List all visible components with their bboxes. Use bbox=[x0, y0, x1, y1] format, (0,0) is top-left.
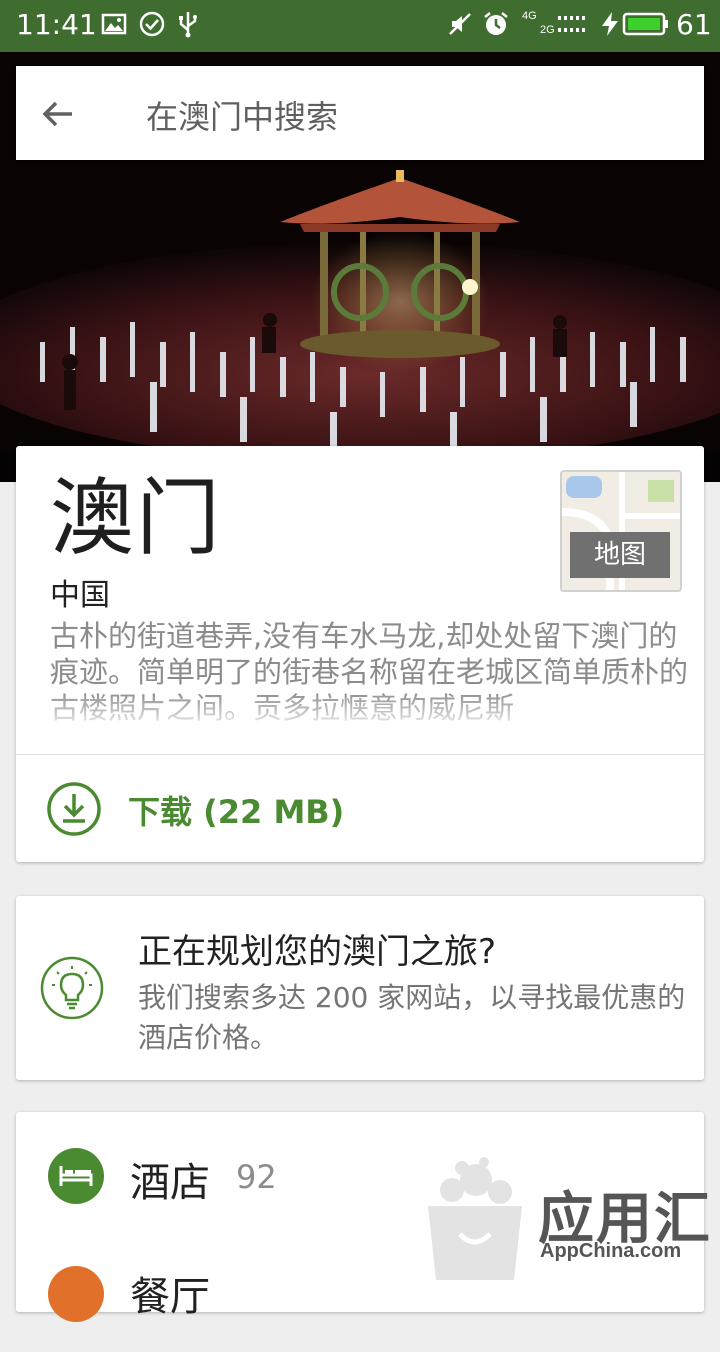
planning-description: 我们搜索多达 200 家网站，以寻找最优惠的酒店价格。 bbox=[138, 981, 686, 1054]
place-card: 澳门 中国 古朴的街道巷弄,没有车水马龙,却处处留下澳门的痕迹。简单明了的街巷名… bbox=[16, 446, 704, 862]
search-bar[interactable]: 在澳门中搜索 bbox=[16, 66, 704, 160]
status-time: 11:41 bbox=[16, 8, 97, 41]
download-icon bbox=[47, 782, 101, 836]
watermark-site: AppChina.com bbox=[540, 1240, 682, 1262]
battery-level: 61 bbox=[676, 8, 712, 41]
map-label: 地图 bbox=[570, 532, 670, 578]
bed-icon bbox=[48, 1148, 104, 1204]
appchina-logo-icon bbox=[428, 1157, 522, 1280]
place-country: 中国 bbox=[50, 578, 110, 613]
map-button[interactable]: 地图 bbox=[560, 470, 682, 592]
network-4g: 4G bbox=[522, 10, 537, 22]
mute-icon bbox=[449, 13, 471, 35]
trip-planning-card[interactable]: 正在规划您的澳门之旅? 我们搜索多达 200 家网站，以寻找最优惠的酒店价格。 bbox=[16, 896, 704, 1080]
alarm-icon bbox=[484, 12, 508, 35]
category-count: 92 bbox=[236, 1158, 277, 1196]
lightbulb-icon bbox=[40, 956, 104, 1020]
appchina-watermark: 应用汇 AppChina.com bbox=[422, 1150, 720, 1280]
search-input[interactable]: 在澳门中搜索 bbox=[146, 92, 338, 138]
signal-icon bbox=[558, 16, 585, 32]
place-title: 澳门 bbox=[50, 469, 223, 567]
category-label: 餐厅 bbox=[130, 1274, 210, 1320]
usb-icon bbox=[179, 12, 197, 38]
planning-title: 正在规划您的澳门之旅? bbox=[138, 932, 497, 972]
check-circle-icon bbox=[139, 11, 165, 37]
status-bar: 11:41 4G 2G 61 bbox=[0, 0, 720, 52]
back-arrow-icon[interactable] bbox=[40, 96, 76, 132]
battery-icon bbox=[622, 12, 668, 36]
description-fade bbox=[16, 692, 704, 732]
download-button[interactable]: 下载 (22 MB) bbox=[16, 755, 704, 860]
charging-icon bbox=[602, 12, 618, 36]
restaurant-icon bbox=[48, 1266, 104, 1322]
network-2g: 2G bbox=[540, 24, 555, 36]
download-label: 下载 (22 MB) bbox=[128, 793, 345, 831]
image-icon bbox=[101, 13, 127, 35]
category-label: 酒店 bbox=[130, 1160, 210, 1206]
